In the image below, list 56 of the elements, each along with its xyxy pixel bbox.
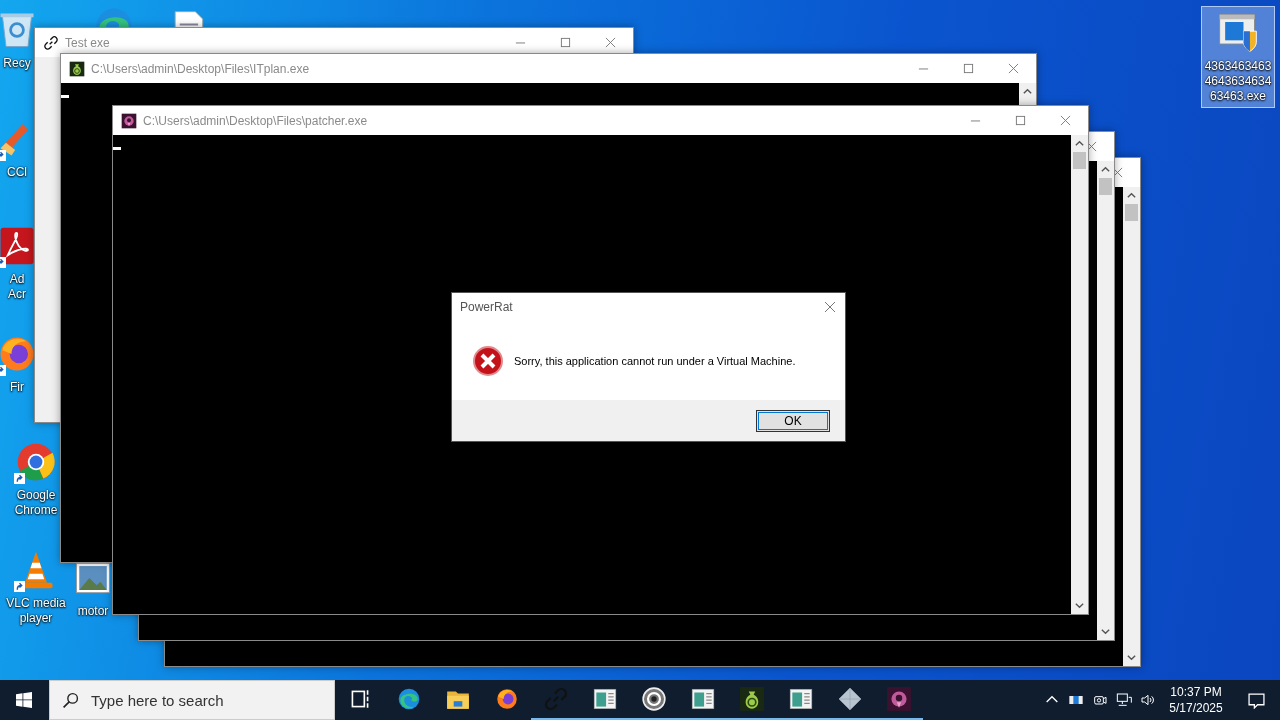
scroll-up-icon[interactable]	[1126, 190, 1137, 201]
maximize-icon[interactable]	[560, 37, 571, 48]
scrollbar[interactable]	[1123, 187, 1140, 666]
emblem-icon	[885, 686, 912, 712]
ok-button[interactable]: OK	[756, 409, 830, 432]
money-bag-icon	[738, 686, 765, 712]
close-icon[interactable]	[1008, 63, 1019, 74]
installer-icon	[1216, 11, 1260, 55]
scroll-thumb[interactable]	[1099, 178, 1112, 195]
close-icon[interactable]	[605, 37, 616, 48]
window-title: Test exe	[65, 35, 110, 50]
diamond-icon	[836, 686, 863, 712]
maximize-icon[interactable]	[1015, 115, 1026, 126]
maximize-icon[interactable]	[963, 63, 974, 74]
error-icon	[472, 344, 504, 377]
message-icon	[1247, 691, 1265, 709]
scroll-thumb[interactable]	[1073, 152, 1086, 169]
dialog-message: Sorry, this application cannot run under a Virtual Machine.	[514, 354, 796, 367]
search-bar[interactable]: Type here to search	[49, 680, 335, 720]
icon-label: VLC media player	[6, 596, 66, 626]
clock[interactable]: 10:37 PM 5/17/2025	[1160, 680, 1232, 720]
search-icon	[62, 691, 79, 709]
windows-logo-icon	[16, 692, 32, 708]
icon-label: CCl	[7, 165, 27, 180]
scrollbar[interactable]	[1071, 135, 1088, 614]
scrollbar[interactable]	[1097, 161, 1114, 640]
close-icon[interactable]	[824, 301, 836, 313]
scroll-down-icon[interactable]	[1126, 652, 1137, 663]
icon-label: Ad Acr	[8, 272, 26, 302]
window-title: C:\Users\admin\Desktop\Files\ITplan.exe	[91, 61, 310, 76]
chain-link-icon	[43, 34, 59, 51]
scroll-up-icon[interactable]	[1074, 138, 1085, 149]
scroll-down-icon[interactable]	[1074, 600, 1085, 611]
money-bag-icon	[69, 60, 85, 77]
desktop-icon[interactable]: 4363463463464363463463463.exe	[1201, 6, 1275, 108]
chain-link-icon	[542, 686, 569, 712]
disc-icon	[640, 686, 667, 712]
app-window-icon	[787, 686, 814, 712]
scroll-up-icon[interactable]	[1022, 86, 1033, 97]
network-icon	[1116, 692, 1132, 708]
app-window-icon	[591, 686, 618, 712]
dialog-title: PowerRat	[460, 300, 513, 314]
scroll-thumb[interactable]	[1125, 204, 1138, 221]
search-field[interactable]: Type here to search	[89, 690, 334, 710]
close-icon[interactable]	[1060, 115, 1071, 126]
icon-label: Google Chrome	[14, 488, 58, 518]
app-window-icon	[689, 686, 716, 712]
scroll-down-icon[interactable]	[1100, 626, 1111, 637]
scroll-up-icon[interactable]	[1100, 164, 1111, 175]
icon-label: Fir	[10, 380, 24, 395]
volume-icon	[1140, 692, 1156, 708]
icon-label: motor	[77, 604, 109, 619]
icon-label: Recy	[3, 56, 31, 71]
window-title: C:\Users\admin\Desktop\Files\patcher.exe	[143, 113, 368, 128]
icon-label: 4363463463464363463463463.exe	[1204, 59, 1272, 104]
emblem-icon	[121, 112, 137, 129]
